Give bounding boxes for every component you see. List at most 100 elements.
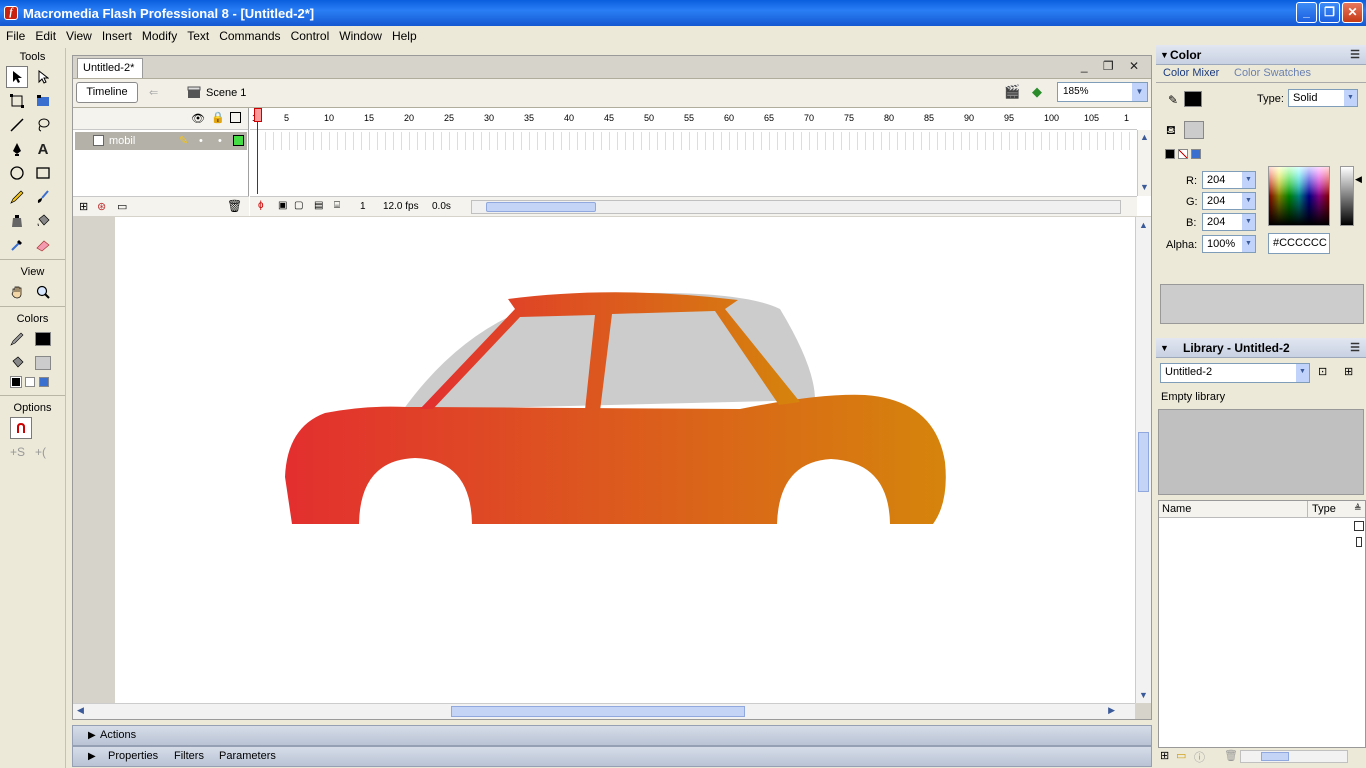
timeline-v-scrollbar[interactable]: ▲ ▼ [1137, 130, 1151, 196]
maximize-button[interactable]: ❐ [1319, 2, 1340, 23]
zoom-select[interactable]: 185% ▼ [1057, 82, 1148, 102]
timeline-h-scrollbar[interactable] [471, 200, 1121, 214]
brightness-pointer-icon[interactable]: ◀ [1355, 174, 1362, 185]
onion-outline-icon[interactable]: ▢ [294, 200, 303, 211]
tab-color-swatches[interactable]: Color Swatches [1234, 67, 1311, 79]
layer-outline-swatch[interactable] [233, 135, 244, 146]
sort-icon[interactable]: ≜ [1354, 503, 1362, 514]
g-field[interactable]: 204 ▼ [1202, 192, 1256, 210]
swap-colors-icon[interactable] [1191, 149, 1201, 159]
col-type[interactable]: Type [1312, 503, 1336, 515]
fill-swatch[interactable] [1184, 121, 1204, 139]
r-field[interactable]: 204 ▼ [1202, 171, 1256, 189]
library-list[interactable]: Name Type ≜ [1158, 500, 1366, 748]
timeline-toggle-button[interactable]: Timeline [76, 82, 138, 103]
text-tool-icon[interactable]: A [32, 138, 54, 160]
layer-row[interactable]: mobil ✎ • • [75, 132, 247, 150]
menu-text[interactable]: Text [183, 29, 215, 43]
ink-bottle-icon[interactable] [6, 210, 28, 232]
stage-v-scrollbar[interactable]: ▲ ▼ [1135, 217, 1151, 703]
stroke-swatch[interactable] [1184, 91, 1202, 107]
minimize-button[interactable]: _ [1296, 2, 1317, 23]
edit-symbols-icon[interactable]: ◆ [1032, 84, 1042, 100]
straighten-icon[interactable]: +( [35, 445, 46, 459]
swap-colors-icon[interactable] [39, 377, 49, 387]
hex-field[interactable]: #CCCCCC [1268, 233, 1330, 254]
menu-window[interactable]: Window [335, 29, 388, 43]
frame-area[interactable]: 1510152025303540455055606570758085909510… [250, 108, 1137, 216]
layer-visible-dot[interactable]: • [199, 132, 203, 150]
stage[interactable] [115, 217, 1135, 703]
eye-icon[interactable]: 👁 [191, 112, 205, 125]
zoom-icon[interactable] [32, 281, 54, 303]
actions-panel-bar[interactable]: ▶ Actions [72, 725, 1152, 746]
new-folder-icon[interactable]: ▭ [1176, 749, 1186, 762]
tab-filters[interactable]: Filters [174, 747, 204, 766]
menu-control[interactable]: Control [287, 29, 336, 43]
snap-to-objects-icon[interactable] [10, 417, 32, 439]
stroke-color-swatch[interactable] [32, 328, 54, 350]
frame-row[interactable] [250, 132, 1137, 150]
properties-icon[interactable]: ⓘ [1194, 749, 1205, 765]
library-doc-select[interactable]: Untitled-2 ▼ [1160, 363, 1310, 383]
no-color-icon[interactable] [25, 377, 35, 387]
car-drawing[interactable] [115, 217, 1135, 703]
no-color-icon[interactable] [1178, 149, 1188, 159]
paint-bucket-icon[interactable] [32, 210, 54, 232]
black-white-icon[interactable] [1165, 149, 1175, 159]
outline-icon[interactable] [230, 112, 241, 123]
menu-file[interactable]: File [2, 29, 31, 43]
tab-properties[interactable]: Properties [108, 747, 158, 766]
fill-color-swatch[interactable] [32, 352, 54, 374]
close-button[interactable]: ✕ [1342, 2, 1363, 23]
insert-folder-icon[interactable]: ▭ [117, 200, 127, 213]
col-name[interactable]: Name [1162, 503, 1191, 515]
pin-library-icon[interactable]: ⊡ [1318, 365, 1327, 378]
oval-icon[interactable] [6, 162, 28, 184]
pencil-icon[interactable] [6, 186, 28, 208]
color-panel-header[interactable]: ▼ Color ☰ [1156, 45, 1366, 65]
menu-insert[interactable]: Insert [98, 29, 138, 43]
menu-modify[interactable]: Modify [138, 29, 183, 43]
fill-transform-icon[interactable] [32, 90, 54, 112]
back-arrow-icon[interactable]: ⇐ [149, 86, 158, 99]
free-transform-icon[interactable] [6, 90, 28, 112]
properties-panel-bar[interactable]: ▶ Properties Filters Parameters [72, 746, 1152, 767]
document-tab[interactable]: Untitled-2* [77, 58, 143, 78]
delete-layer-icon[interactable]: 🗑 [227, 199, 242, 213]
add-motion-guide-icon[interactable]: ⊛ [97, 200, 106, 213]
library-panel-header[interactable]: ▼ Library - Untitled-2 ☰ [1156, 338, 1366, 358]
new-symbol-icon[interactable]: ⊞ [1160, 749, 1169, 762]
insert-layer-icon[interactable]: ⊞ [79, 200, 88, 213]
line-icon[interactable] [6, 114, 28, 136]
lock-icon[interactable]: 🔒 [211, 111, 225, 124]
eraser-icon[interactable] [32, 234, 54, 256]
smooth-icon[interactable]: +S [10, 445, 25, 459]
b-field[interactable]: 204 ▼ [1202, 213, 1256, 231]
edit-multiple-frames-icon[interactable]: ▤ [314, 200, 323, 211]
alpha-field[interactable]: 100% ▼ [1202, 235, 1256, 253]
lasso-icon[interactable] [32, 114, 54, 136]
panel-options-icon[interactable]: ☰ [1350, 45, 1360, 65]
panel-options-icon[interactable]: ☰ [1350, 338, 1360, 358]
edit-scene-icon[interactable]: 🎬 [1004, 84, 1020, 100]
tab-color-mixer[interactable]: Color Mixer [1163, 67, 1219, 79]
pen-icon[interactable] [6, 138, 28, 160]
center-frame-icon[interactable]: ɸ [258, 200, 264, 211]
hand-icon[interactable] [6, 281, 28, 303]
document-window-controls[interactable]: _ ❐ ✕ [1081, 59, 1145, 73]
onion-skin-icon[interactable]: ▣ [278, 200, 287, 211]
black-white-icon[interactable] [10, 376, 22, 388]
menu-commands[interactable]: Commands [215, 29, 286, 43]
menu-edit[interactable]: Edit [31, 29, 62, 43]
menu-help[interactable]: Help [388, 29, 423, 43]
stage-h-scrollbar[interactable]: ◀ ▶ [73, 703, 1135, 719]
delete-icon[interactable]: 🗑 [1224, 749, 1238, 762]
brightness-slider[interactable] [1340, 166, 1354, 226]
tab-parameters[interactable]: Parameters [219, 747, 276, 766]
color-spectrum[interactable] [1268, 166, 1330, 226]
layer-lock-dot[interactable]: • [218, 132, 222, 150]
narrow-state-icon[interactable] [1356, 537, 1362, 547]
brush-icon[interactable] [32, 186, 54, 208]
selection-arrow-icon[interactable] [6, 66, 28, 88]
